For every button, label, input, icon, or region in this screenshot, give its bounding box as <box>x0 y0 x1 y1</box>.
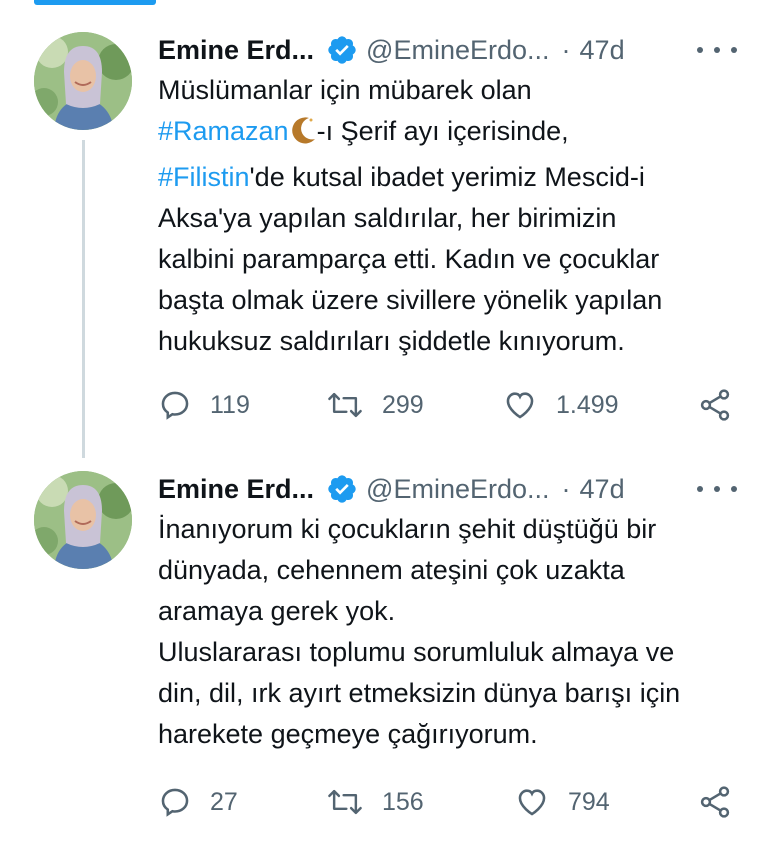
tweet-actions: 27 156 794 <box>158 782 738 822</box>
author-name[interactable]: Emine Erd... <box>158 35 314 66</box>
tweet-text-line: #Ramazan -ı Şerif ayı içerisinde, <box>158 111 758 157</box>
timestamp[interactable]: 47d <box>580 35 625 66</box>
reply-icon <box>161 788 189 817</box>
avatar[interactable] <box>34 32 132 130</box>
reply-icon <box>161 391 189 420</box>
tweet-text-line: dünyada, cehennem ateşini çok uzakta <box>158 555 625 585</box>
tweet-text-line: din, dil, ırk ayırt etmeksizin dünya bar… <box>158 678 681 708</box>
tweet-actions: 119 299 1.499 <box>158 385 738 425</box>
share-icon <box>700 389 730 421</box>
tweet-text-line: Müslümanlar için mübarek olan <box>158 75 532 105</box>
reply-button[interactable]: 119 <box>158 385 250 425</box>
tweet-text-line: #Filistin'de kutsal ibadet yerimiz Mesci… <box>158 157 758 198</box>
like-button[interactable]: 794 <box>514 782 610 822</box>
verified-badge-icon <box>326 34 358 66</box>
author-handle[interactable]: @EmineErdo... <box>366 35 549 66</box>
avatar[interactable] <box>34 471 132 569</box>
tweet-header: Emine Erd... @EmineErdo... · 47d <box>158 30 625 70</box>
tweet-header: Emine Erd... @EmineErdo... · 47d <box>158 469 625 509</box>
author-handle[interactable]: @EmineErdo... <box>366 474 549 505</box>
reply-count: 27 <box>210 787 238 816</box>
tweet-text-line: harekete geçmeye çağırıyorum. <box>158 719 538 749</box>
share-button[interactable] <box>697 783 733 826</box>
hashtag-link[interactable]: #Ramazan <box>158 116 289 146</box>
share-icon <box>700 786 730 818</box>
more-icon[interactable] <box>697 474 737 504</box>
tweet-text-line: hukuksuz saldırıları şiddetle kınıyorum. <box>158 326 625 356</box>
separator-dot: · <box>561 34 571 65</box>
verified-badge-icon <box>326 473 358 505</box>
retweet-count: 156 <box>382 787 424 816</box>
tweet-text: Müslümanlar için mübarek olan #Ramazan -ı… <box>158 70 758 362</box>
tweet-text-segment: -ı Şerif ayı içerisinde, <box>316 116 569 146</box>
share-button[interactable] <box>697 386 733 429</box>
top-accent-bar <box>34 0 156 5</box>
hashtag-link[interactable]: #Filistin <box>158 162 250 192</box>
tweet-text-line: aramaya gerek yok. <box>158 596 396 626</box>
retweet-button[interactable]: 156 <box>326 782 424 822</box>
retweet-count: 299 <box>382 390 424 419</box>
like-count: 1.499 <box>556 390 619 419</box>
like-icon <box>518 789 546 816</box>
retweet-button[interactable]: 299 <box>326 385 424 425</box>
thread-connector-line <box>82 140 85 458</box>
retweet-icon <box>328 789 362 815</box>
tweet-text-line: kalbini paramparça etti. Kadın ve çocukl… <box>158 244 660 274</box>
separator-dot: · <box>561 473 571 504</box>
tweet-text: İnanıyorum ki çocukların şehit düştüğü b… <box>158 509 758 755</box>
like-count: 794 <box>568 787 610 816</box>
tweet-text-line: Aksa'ya yapılan saldırılar, her birimizi… <box>158 203 617 233</box>
reply-button[interactable]: 27 <box>158 782 238 822</box>
retweet-icon <box>328 392 362 418</box>
tweet-text-line: Uluslararası toplumu sorumluluk almaya v… <box>158 637 675 667</box>
tweet-text-line: İnanıyorum ki çocukların şehit düştüğü b… <box>158 514 657 544</box>
crescent-moon-icon <box>289 115 317 157</box>
timestamp[interactable]: 47d <box>580 474 625 505</box>
reply-count: 119 <box>210 390 250 419</box>
tweet-text-line: başta olmak üzere sivillere yönelik yapı… <box>158 285 663 315</box>
more-icon[interactable] <box>697 35 737 65</box>
tweet-text-segment: 'de kutsal ibadet yerimiz Mescid-i <box>249 162 645 192</box>
like-icon <box>506 392 534 419</box>
author-name[interactable]: Emine Erd... <box>158 474 314 505</box>
like-button[interactable]: 1.499 <box>502 385 619 425</box>
